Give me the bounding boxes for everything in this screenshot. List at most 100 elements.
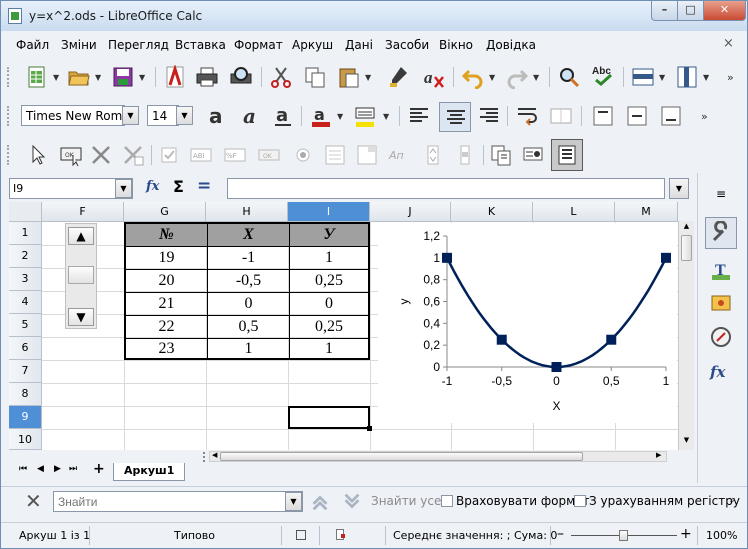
function-wizard-icon[interactable]: fx — [146, 179, 159, 194]
combo-box-icon[interactable] — [355, 143, 379, 167]
column-header-h[interactable]: H — [206, 202, 288, 222]
spin-thumb[interactable] — [68, 266, 94, 284]
font-size-input[interactable]: 14 — [147, 105, 179, 126]
menu-tools[interactable]: Засоби — [385, 38, 429, 52]
table-cell[interactable]: -0,5 — [208, 270, 290, 293]
expand-formula-bar-button[interactable]: ▼ — [669, 178, 689, 199]
table-cell[interactable]: 1 — [208, 339, 290, 360]
column-header-j[interactable]: J — [370, 202, 451, 222]
match-format-checkbox[interactable] — [441, 495, 453, 507]
font-name-input[interactable]: Times New Roman — [21, 105, 125, 126]
toolbar-overflow-icon[interactable]: » — [727, 71, 734, 84]
row-header-9[interactable]: 9 — [9, 406, 42, 429]
add-sheet-icon[interactable]: + — [93, 461, 105, 477]
table-cell[interactable]: 0,5 — [208, 316, 290, 339]
new-spreadsheet-icon[interactable] — [25, 65, 49, 89]
menu-file[interactable]: Файл — [16, 38, 49, 52]
sum-icon[interactable]: Σ — [173, 177, 184, 196]
undo-icon[interactable] — [461, 65, 485, 89]
option-button-icon[interactable] — [291, 143, 315, 167]
spin-up-button[interactable]: ▲ — [68, 227, 94, 245]
font-name-dropdown[interactable]: ▼ — [122, 106, 139, 125]
cut-icon[interactable] — [269, 65, 293, 89]
underline-icon[interactable]: a — [271, 104, 295, 128]
column-header-k[interactable]: K — [451, 202, 533, 222]
zoom-in-button[interactable]: + — [680, 526, 692, 542]
gallery-icon[interactable] — [709, 291, 733, 315]
wrap-text-icon[interactable] — [515, 104, 539, 128]
column-header-i[interactable]: I — [288, 202, 370, 222]
font-color-icon[interactable]: a — [309, 104, 333, 128]
close-find-bar-icon[interactable]: ✕ — [25, 489, 42, 513]
align-middle-icon[interactable] — [625, 104, 649, 128]
next-sheet-icon[interactable]: ▶ — [54, 464, 61, 474]
table-cell[interactable]: 1 — [290, 247, 368, 270]
table-header-number[interactable]: № — [126, 224, 208, 247]
first-sheet-icon[interactable]: ⏮ — [19, 464, 27, 474]
align-center-button[interactable] — [439, 102, 471, 132]
column-header-l[interactable]: L — [533, 202, 615, 222]
table-cell[interactable]: 0 — [290, 293, 368, 316]
match-case-checkbox[interactable] — [574, 495, 586, 507]
chevron-down-icon[interactable]: ▼ — [383, 112, 389, 121]
align-top-icon[interactable] — [591, 104, 615, 128]
search-input[interactable] — [53, 491, 303, 512]
scroll-left-icon[interactable]: ◀ — [212, 451, 217, 459]
chevron-down-icon[interactable]: ▼ — [659, 73, 665, 82]
align-bottom-icon[interactable] — [659, 104, 683, 128]
column-icon[interactable] — [675, 65, 699, 89]
menu-edit[interactable]: Зміни — [61, 38, 97, 52]
chevron-down-icon[interactable]: ▼ — [365, 73, 371, 82]
menu-view[interactable]: Перегляд — [108, 38, 169, 52]
control-properties-icon[interactable] — [121, 143, 145, 167]
table-cell[interactable]: 23 — [126, 339, 208, 360]
open-folder-icon[interactable] — [67, 65, 91, 89]
toolbar-grip[interactable] — [7, 145, 10, 165]
menu-data[interactable]: Дані — [345, 38, 373, 52]
menu-help[interactable]: Довідка — [486, 38, 536, 52]
scrollbar-control-icon[interactable] — [453, 143, 477, 167]
label-field-icon[interactable]: Ап — [387, 143, 411, 167]
formula-icon[interactable]: = — [197, 176, 211, 196]
redo-icon[interactable] — [505, 65, 529, 89]
align-left-icon[interactable] — [407, 104, 431, 128]
spelling-icon[interactable]: Abc — [591, 63, 615, 87]
row-header-7[interactable]: 7 — [9, 360, 42, 383]
horizontal-scrollbar[interactable]: ◀ ▶ — [209, 451, 667, 462]
toolbar-grip[interactable] — [7, 67, 10, 87]
print-icon[interactable] — [195, 65, 219, 89]
export-pdf-icon[interactable] — [163, 65, 187, 89]
toolbar-grip[interactable] — [7, 106, 10, 126]
selected-cell-i9[interactable] — [288, 406, 370, 429]
maximize-button[interactable]: □ — [677, 1, 704, 21]
selection-mode-icon[interactable] — [296, 530, 306, 540]
menu-insert[interactable]: Вставка — [175, 38, 226, 52]
table-cell[interactable]: 21 — [126, 293, 208, 316]
row-header-2[interactable]: 2 — [9, 245, 42, 268]
table-cell[interactable]: 20 — [126, 270, 208, 293]
find-previous-icon[interactable] — [309, 491, 331, 513]
column-header-g[interactable]: G — [124, 202, 206, 222]
push-button-icon[interactable]: OK — [59, 143, 83, 167]
page-style[interactable]: Типово — [174, 529, 215, 542]
toolbar-overflow-icon[interactable]: » — [701, 110, 708, 123]
zoom-level[interactable]: 100% — [706, 529, 737, 542]
row-header-3[interactable]: 3 — [9, 268, 42, 291]
row-header-6[interactable]: 6 — [9, 337, 42, 360]
find-all-button[interactable]: Знайти усе — [371, 494, 441, 508]
table-header-y[interactable]: У — [290, 224, 368, 247]
chevron-down-icon[interactable]: ▼ — [533, 73, 539, 82]
paste-icon[interactable] — [337, 65, 361, 89]
vertical-scrollbar[interactable]: ▲ ▼ — [678, 221, 694, 450]
table-cell[interactable]: 0 — [208, 293, 290, 316]
design-mode-icon[interactable] — [89, 143, 113, 167]
menu-sheet[interactable]: Аркуш — [292, 38, 333, 52]
tab-splitter[interactable] — [203, 452, 205, 462]
zoom-out-button[interactable]: – — [557, 526, 564, 542]
close-document-icon[interactable]: × — [723, 36, 734, 51]
menu-window[interactable]: Вікно — [439, 38, 473, 52]
align-right-icon[interactable] — [477, 104, 501, 128]
scroll-up-icon[interactable]: ▲ — [681, 222, 692, 233]
navigator-icon[interactable] — [709, 325, 733, 349]
select-pointer-icon[interactable] — [27, 143, 51, 167]
